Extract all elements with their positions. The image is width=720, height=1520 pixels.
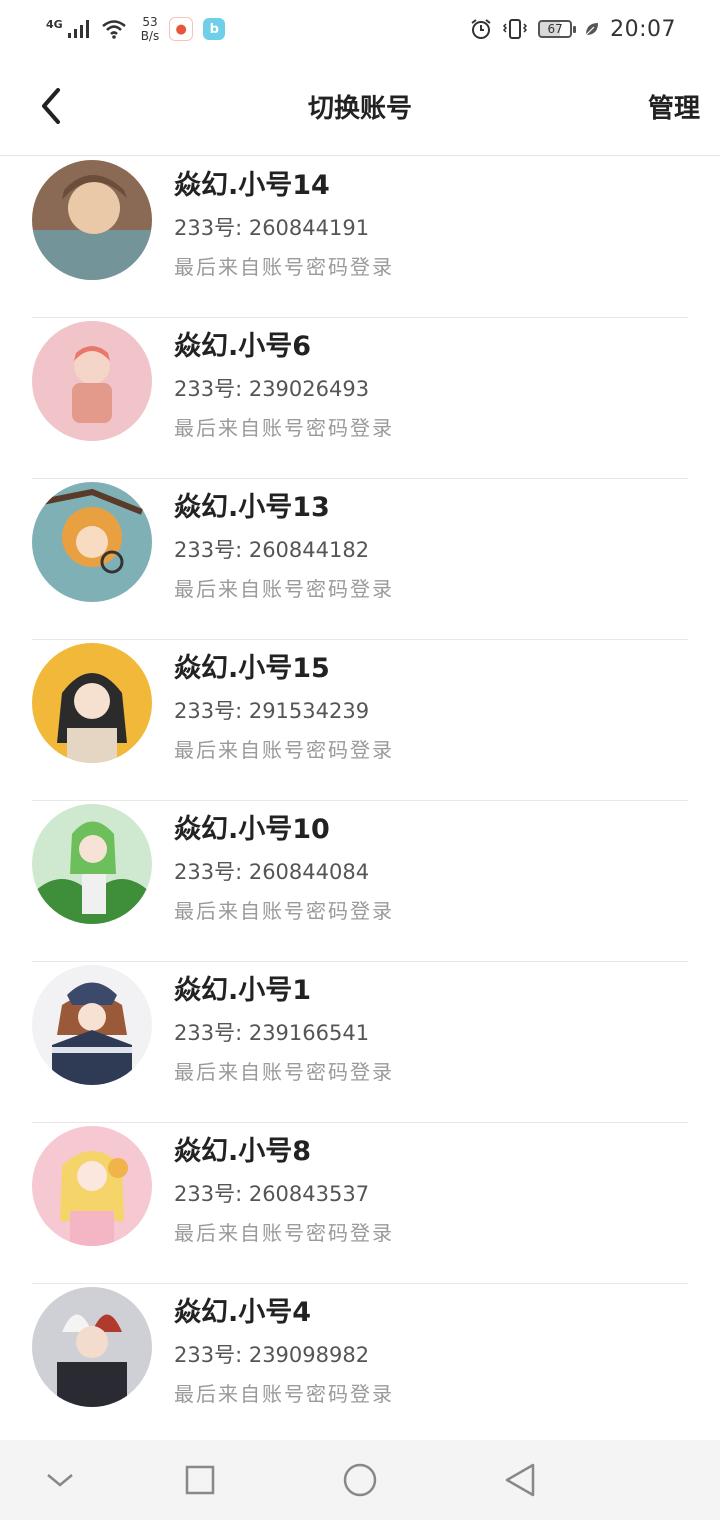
account-row[interactable]: 焱幻.小号6 233号: 239026493 最后来自账号密码登录 (0, 318, 720, 479)
account-id: 233号: 260843537 (174, 1182, 370, 1206)
account-row[interactable]: 焱幻.小号8 233号: 260843537 最后来自账号密码登录 (0, 1123, 720, 1284)
avatar (32, 1287, 152, 1407)
login-hint: 最后来自账号密码登录 (174, 1060, 394, 1084)
account-row[interactable]: 焱幻.小号15 233号: 291534239 最后来自账号密码登录 (0, 640, 720, 801)
login-hint: 最后来自账号密码登录 (174, 577, 394, 601)
account-id: 233号: 260844084 (174, 860, 370, 884)
login-hint: 最后来自账号密码登录 (174, 416, 394, 440)
avatar (32, 482, 152, 602)
account-name: 焱幻.小号1 (174, 975, 312, 1006)
avatar (32, 965, 152, 1085)
manage-button[interactable]: 管理 (648, 88, 700, 125)
avatar (32, 160, 152, 280)
account-name: 焱幻.小号4 (174, 1297, 312, 1328)
alarm-icon (471, 19, 491, 39)
login-hint: 最后来自账号密码登录 (174, 1221, 394, 1245)
account-row[interactable]: 焱幻.小号10 233号: 260844084 最后来自账号密码登录 (0, 801, 720, 962)
account-name: 焱幻.小号6 (174, 331, 312, 362)
chevron-down-icon (47, 1474, 73, 1487)
clock: 20:07 (610, 16, 676, 42)
app-notification-icon: ● (169, 17, 194, 41)
system-nav-bar (0, 1440, 720, 1520)
account-id: 233号: 291534239 (174, 699, 370, 723)
network-type: 4G (46, 17, 63, 31)
signal-icon (67, 20, 89, 38)
account-id: 233号: 239166541 (174, 1021, 370, 1045)
avatar (32, 804, 152, 924)
page-title: 切换账号 (307, 94, 412, 124)
avatar (32, 321, 152, 441)
account-id: 233号: 239098982 (174, 1343, 370, 1367)
nav-collapse-button[interactable] (40, 1460, 80, 1500)
vibrate-icon (503, 19, 528, 39)
login-hint: 最后来自账号密码登录 (174, 738, 394, 762)
account-id: 233号: 239026493 (174, 377, 370, 401)
account-name: 焱幻.小号10 (174, 814, 330, 845)
circle-home-icon (343, 1463, 377, 1497)
triangle-back-icon (505, 1463, 535, 1497)
nav-recents-button[interactable] (180, 1460, 220, 1500)
account-id: 233号: 260844191 (174, 216, 370, 240)
status-bar: 4G 53 B/s ● b 67 20:07 (0, 0, 720, 58)
square-icon (185, 1465, 215, 1495)
login-hint: 最后来自账号密码登录 (174, 899, 394, 923)
account-row[interactable]: 焱幻.小号13 233号: 260844182 最后来自账号密码登录 (0, 479, 720, 640)
account-list: 焱幻.小号14 233号: 260844191 最后来自账号密码登录 焱幻.小号… (0, 157, 720, 1445)
avatar (32, 643, 152, 763)
account-name: 焱幻.小号14 (174, 170, 330, 201)
login-hint: 最后来自账号密码登录 (174, 1382, 394, 1406)
speed-value: 53 (142, 15, 158, 29)
leaf-icon (585, 23, 599, 36)
battery-icon: 67 (538, 20, 577, 38)
account-id: 233号: 260844182 (174, 538, 370, 562)
battery-level: 67 (547, 22, 563, 36)
bilibili-icon: b (203, 18, 226, 40)
network-speed: 53 B/s (141, 15, 160, 43)
wifi-icon (101, 20, 126, 39)
account-name: 焱幻.小号13 (174, 492, 330, 523)
account-row[interactable]: 焱幻.小号1 233号: 239166541 最后来自账号密码登录 (0, 962, 720, 1123)
account-name: 焱幻.小号15 (174, 653, 330, 684)
status-left: 4G 53 B/s ● b (46, 15, 226, 43)
account-row[interactable]: 焱幻.小号4 233号: 239098982 最后来自账号密码登录 (0, 1284, 720, 1445)
account-name: 焱幻.小号8 (174, 1136, 312, 1167)
nav-home-button[interactable] (340, 1460, 380, 1500)
avatar (32, 1126, 152, 1246)
app-header: 切换账号 管理 (0, 58, 720, 156)
status-right: 67 20:07 (470, 17, 676, 42)
login-hint: 最后来自账号密码登录 (174, 255, 394, 279)
account-row[interactable]: 焱幻.小号14 233号: 260844191 最后来自账号密码登录 (0, 157, 720, 318)
nav-back-button[interactable] (500, 1460, 540, 1500)
speed-unit: B/s (140, 29, 160, 43)
